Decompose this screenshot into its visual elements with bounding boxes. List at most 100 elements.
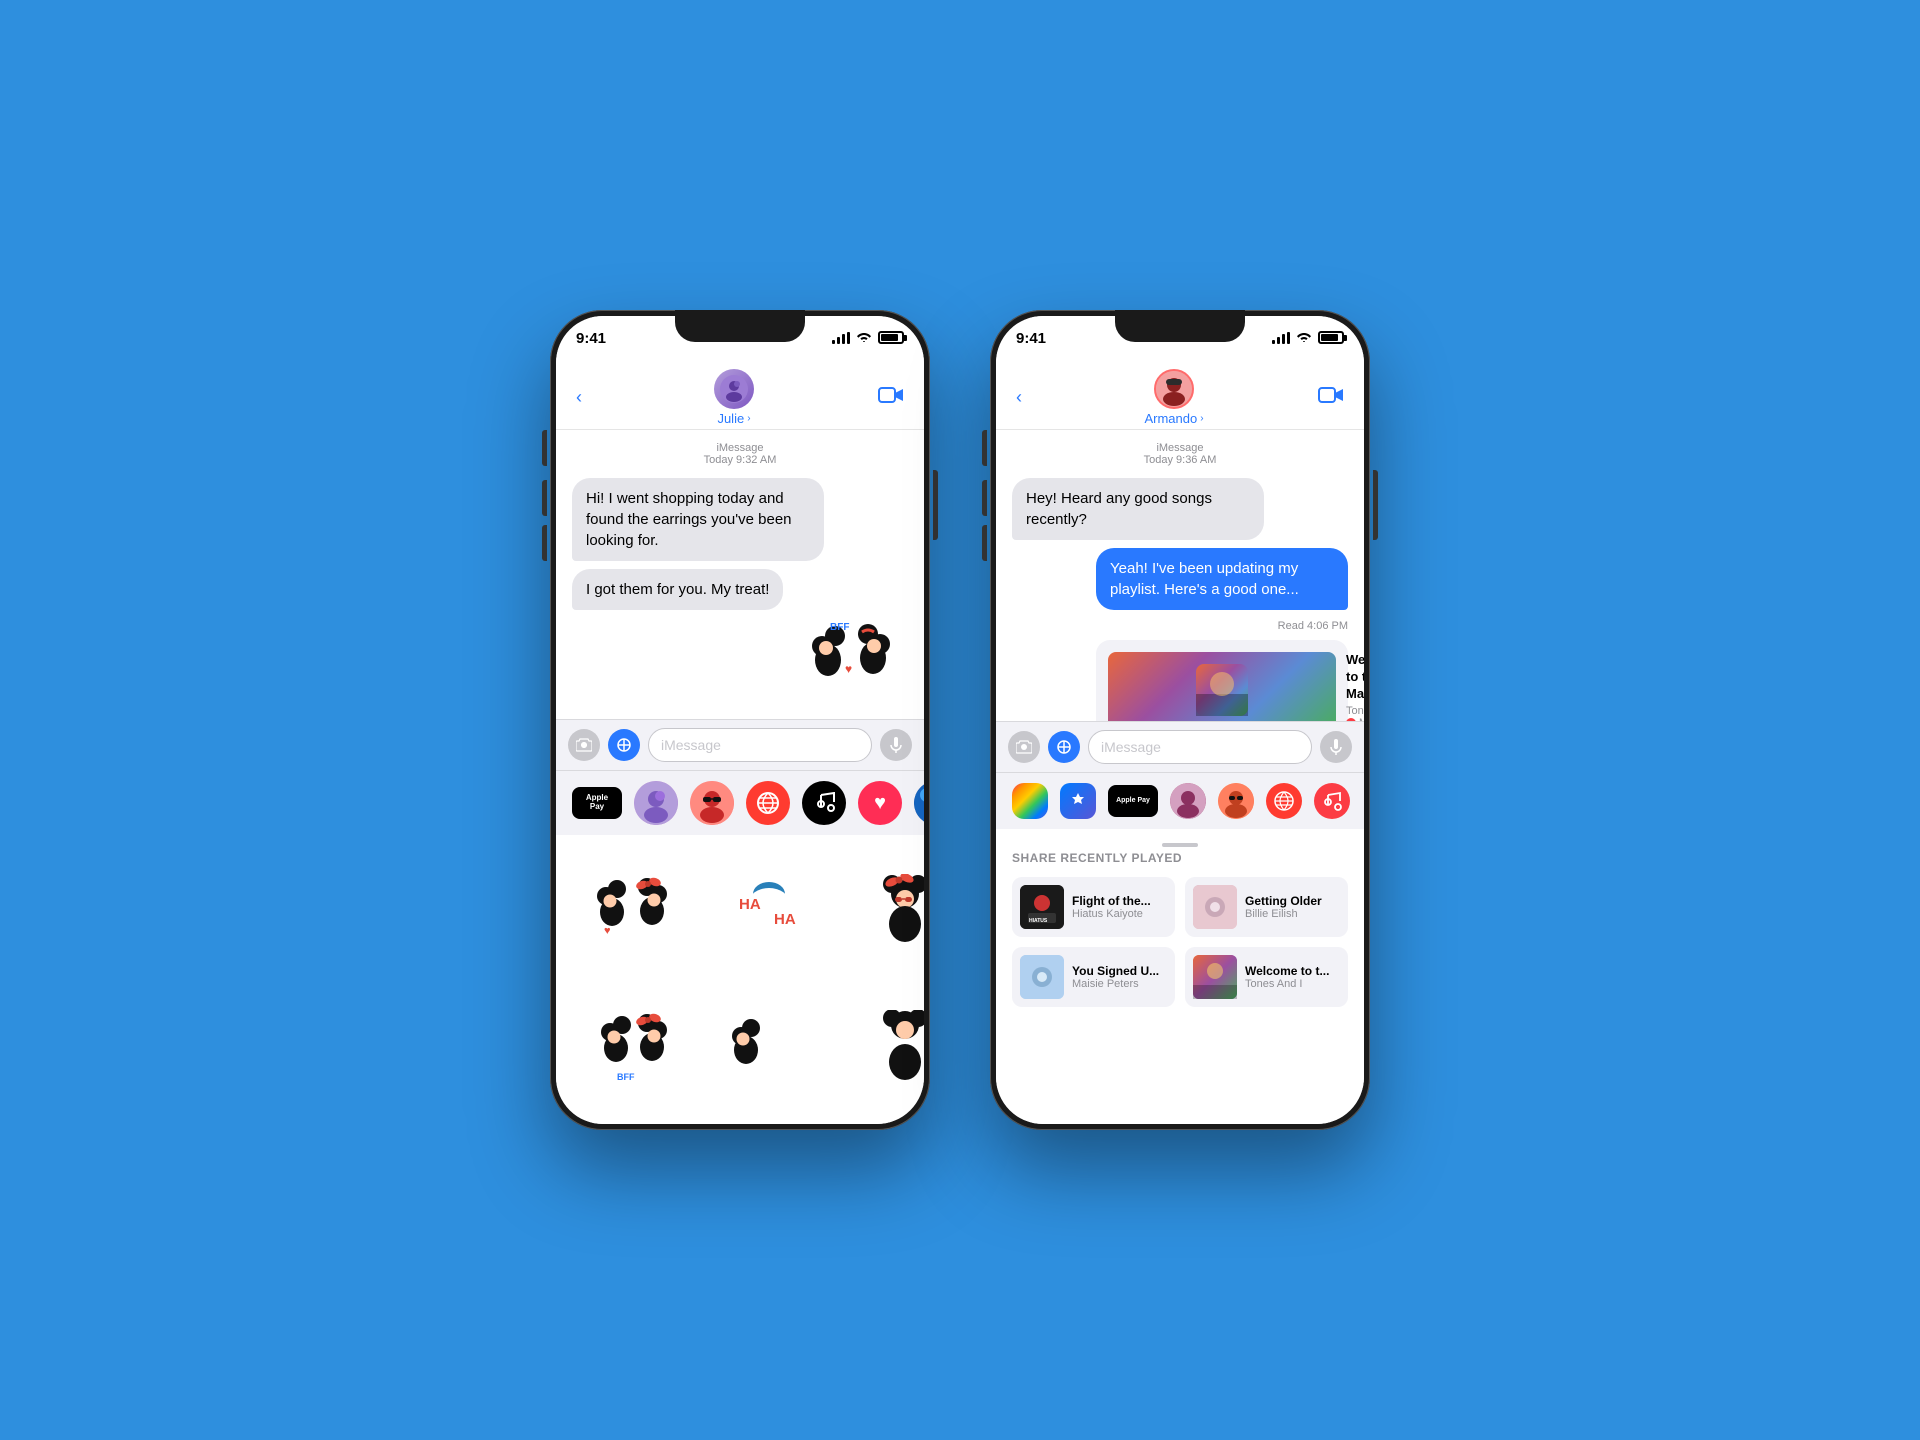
battery-icon-2 [1318, 331, 1344, 344]
track-1-title: Flight of the... [1072, 894, 1167, 908]
read-receipt: Read 4:06 PM [1012, 620, 1348, 632]
phones-container: 9:41 ‹ [550, 310, 1370, 1130]
nav-bar-1: ‹ Julie › [556, 366, 924, 430]
notch-1 [675, 310, 805, 342]
album-art-madhouse [1108, 652, 1336, 721]
memoji2-tray-2[interactable] [1218, 783, 1254, 819]
globe-tray-2[interactable] [1266, 783, 1302, 819]
music-card[interactable]: Welcome to the Madhouse Tones And I Musi… [1096, 640, 1348, 721]
wifi-icon-1 [856, 330, 872, 345]
music-grid: HIATUS Flight of the... Hiatus Kaiyote [1012, 877, 1348, 1007]
contact-name-armando[interactable]: Armando › [1144, 411, 1203, 426]
message-input-2[interactable]: iMessage [1088, 730, 1312, 764]
nav-center-2: Armando › [1030, 369, 1318, 426]
input-bar-1: iMessage [556, 719, 924, 770]
globe-tray-1[interactable] [746, 781, 790, 825]
music-tray-1[interactable] [802, 781, 846, 825]
video-button-2[interactable] [1318, 386, 1344, 410]
photos-tray-2[interactable] [1012, 783, 1048, 819]
audio-button-2[interactable] [1320, 731, 1352, 763]
sticker-2[interactable]: HA HA [705, 847, 834, 976]
track-2-info: Getting Older Billie Eilish [1245, 894, 1340, 920]
sticker-4[interactable]: BFF [568, 984, 697, 1113]
time-1: 9:41 [576, 330, 606, 347]
sticker-panel-1: ♥ [556, 835, 924, 1124]
timestamp-1: iMessage Today 9:32 AM [572, 442, 908, 466]
nav-bar-2: ‹ Armando › [996, 366, 1364, 430]
applepay-tray-2[interactable]: Apple Pay [1108, 785, 1158, 817]
track-3-album [1020, 955, 1064, 999]
track-4-title: Welcome to t... [1245, 964, 1340, 978]
signal-icon-1 [832, 332, 850, 344]
battery-icon-1 [878, 331, 904, 344]
track-1[interactable]: HIATUS Flight of the... Hiatus Kaiyote [1012, 877, 1175, 937]
phone-1: 9:41 ‹ [550, 310, 930, 1130]
svg-text:♥: ♥ [604, 925, 611, 937]
heart-tray-1[interactable]: ♥ [858, 781, 902, 825]
music-artist: Tones And I [1346, 705, 1364, 717]
apps-button-1[interactable] [608, 729, 640, 761]
memoji-tray-1[interactable] [634, 781, 678, 825]
notch-2 [1115, 310, 1245, 342]
track-2[interactable]: Getting Older Billie Eilish [1185, 877, 1348, 937]
signal-icon-2 [1272, 332, 1290, 344]
sticker-1[interactable]: ♥ [568, 847, 697, 976]
sticker-3[interactable] [841, 847, 924, 976]
status-right-1 [832, 330, 904, 345]
sticker-bff: BFF ♥ [800, 618, 900, 708]
music-tray-2[interactable] [1314, 783, 1350, 819]
svg-text:HA: HA [774, 911, 796, 928]
bubble-sent-1: Yeah! I've been updating my playlist. He… [1096, 548, 1348, 610]
track-4[interactable]: Welcome to t... Tones And I [1185, 947, 1348, 1007]
contact-name-julie[interactable]: Julie › [717, 411, 750, 426]
memoji-tray-2[interactable] [1170, 783, 1206, 819]
track-3-info: You Signed U... Maisie Peters [1072, 964, 1167, 990]
bubble-received-1: Hi! I went shopping today and found the … [572, 478, 824, 561]
track-1-artist: Hiatus Kaiyote [1072, 908, 1167, 920]
messages-area-1: iMessage Today 9:32 AM Hi! I went shoppi… [556, 430, 924, 719]
track-4-artist: Tones And I [1245, 978, 1340, 990]
timestamp-2: iMessage Today 9:36 AM [1012, 442, 1348, 466]
messages-area-2: iMessage Today 9:36 AM Hey! Heard any go… [996, 430, 1364, 721]
audio-button-1[interactable] [880, 729, 912, 761]
svg-text:HIATUS: HIATUS [1029, 918, 1048, 924]
back-button-1[interactable]: ‹ [576, 387, 582, 408]
time-2: 9:41 [1016, 330, 1046, 347]
avatar-julie[interactable] [714, 369, 754, 409]
bubble-received-2: I got them for you. My treat! [572, 569, 783, 610]
bubble-received-3: Hey! Heard any good songs recently? [1012, 478, 1264, 540]
svg-text:BFF: BFF [617, 1072, 635, 1082]
track-2-album [1193, 885, 1237, 929]
camera-button-2[interactable] [1008, 731, 1040, 763]
apps-button-2[interactable] [1048, 731, 1080, 763]
disney-tray-1[interactable] [914, 781, 924, 825]
camera-button-1[interactable] [568, 729, 600, 761]
share-title: SHARE RECENTLY PLAYED [1012, 851, 1348, 865]
svg-text:HA: HA [739, 896, 761, 913]
applepay-tray-1[interactable]: ApplePay [572, 787, 622, 819]
app-tray-1: ApplePay [556, 770, 924, 835]
pull-handle [1162, 843, 1198, 847]
status-right-2 [1272, 330, 1344, 345]
sticker-6[interactable] [841, 984, 924, 1113]
track-4-info: Welcome to t... Tones And I [1245, 964, 1340, 990]
sticker-5[interactable] [705, 984, 834, 1113]
svg-text:♥: ♥ [845, 662, 852, 676]
memoji2-tray-1[interactable] [690, 781, 734, 825]
back-button-2[interactable]: ‹ [1016, 387, 1022, 408]
phone-2: 9:41 ‹ [990, 310, 1370, 1130]
music-title: Welcome to the Madhouse [1346, 652, 1364, 703]
track-3-artist: Maisie Peters [1072, 978, 1167, 990]
avatar-armando[interactable] [1154, 369, 1194, 409]
appstore-tray-2[interactable] [1060, 783, 1096, 819]
track-4-album [1193, 955, 1237, 999]
message-input-1[interactable]: iMessage [648, 728, 872, 762]
music-info: Welcome to the Madhouse Tones And I Musi… [1346, 652, 1364, 721]
track-2-title: Getting Older [1245, 894, 1340, 908]
video-button-1[interactable] [878, 386, 904, 410]
nav-center-1: Julie › [590, 369, 878, 426]
track-3[interactable]: You Signed U... Maisie Peters [1012, 947, 1175, 1007]
wifi-icon-2 [1296, 330, 1312, 345]
track-3-title: You Signed U... [1072, 964, 1167, 978]
track-1-info: Flight of the... Hiatus Kaiyote [1072, 894, 1167, 920]
